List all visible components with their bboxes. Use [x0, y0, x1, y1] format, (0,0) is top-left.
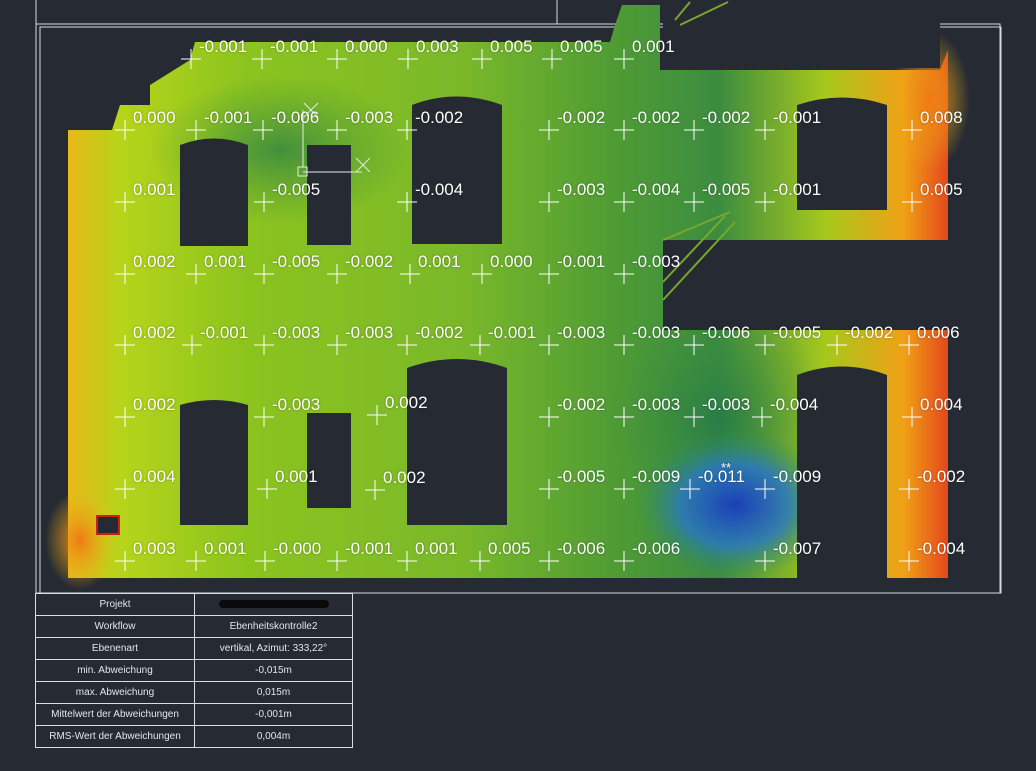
deviation-label: -0.001 — [773, 108, 822, 127]
deviation-label: -0.003 — [272, 323, 321, 342]
deviation-label: 0.000 — [133, 108, 176, 127]
deviation-label: -0.002 — [415, 323, 464, 342]
info-key: max. Abweichung — [35, 681, 195, 704]
deviation-label: 0.002 — [133, 252, 176, 271]
info-row: max. Abweichung 0,015m — [35, 681, 353, 704]
info-key: min. Abweichung — [35, 659, 195, 682]
info-value: 0,004m — [194, 725, 353, 748]
deviation-label: 0.001 — [418, 252, 461, 271]
deviation-label: 0.000 — [345, 37, 388, 56]
deviation-label: -0.001 — [204, 108, 253, 127]
deviation-label: -0.005 — [702, 180, 751, 199]
deviation-label: -0.009 — [632, 467, 681, 486]
deviation-label: 0.002 — [383, 468, 426, 487]
deviation-label: -0.003 — [557, 323, 606, 342]
redacted-project-name — [218, 600, 329, 609]
deviation-label: -0.001 — [270, 37, 319, 56]
deviation-label: -0.001 — [773, 180, 822, 199]
deviation-label: 0.005 — [920, 180, 963, 199]
info-value: -0,015m — [194, 659, 353, 682]
deviation-label: -0.002 — [415, 108, 464, 127]
deviation-label: -0.002 — [845, 323, 894, 342]
title-frame — [35, 0, 558, 25]
deviation-label: 0.005 — [488, 539, 531, 558]
info-row: Workflow Ebenheitskontrolle2 — [35, 615, 353, 638]
info-row: min. Abweichung -0,015m — [35, 659, 353, 682]
deviation-label: -0.006 — [632, 539, 681, 558]
info-row: RMS-Wert der Abweichungen 0,004m — [35, 725, 353, 748]
deviation-label: 0.005 — [560, 37, 603, 56]
info-row: Mittelwert der Abweichungen -0,001m — [35, 703, 353, 726]
info-key: Projekt — [35, 593, 195, 616]
marker-asterisks: ** — [721, 460, 732, 475]
deviation-label: -0.000 — [273, 539, 322, 558]
deviation-label: 0.001 — [204, 539, 247, 558]
deviation-label: -0.009 — [773, 467, 822, 486]
deviation-label: 0.003 — [416, 37, 459, 56]
deviation-label: -0.002 — [557, 395, 606, 414]
deviation-label: -0.005 — [557, 467, 606, 486]
deviation-label: -0.005 — [272, 180, 321, 199]
deviation-label: 0.001 — [632, 37, 675, 56]
deviation-label: -0.004 — [415, 180, 464, 199]
deviation-label: -0.002 — [557, 108, 606, 127]
deviation-label: -0.001 — [557, 252, 606, 271]
deviation-label: -0.002 — [345, 252, 394, 271]
deviation-label: -0.005 — [272, 252, 321, 271]
info-row: Ebenenart vertikal, Azimut: 333,22° — [35, 637, 353, 660]
info-key: Mittelwert der Abweichungen — [35, 703, 195, 726]
deviation-label: -0.003 — [272, 395, 321, 414]
deviation-label: -0.003 — [632, 252, 681, 271]
deviation-label: 0.003 — [133, 539, 176, 558]
info-value — [194, 593, 353, 616]
deviation-label: 0.006 — [917, 323, 960, 342]
deviation-label: -0.003 — [345, 108, 394, 127]
deviation-label: -0.005 — [773, 323, 822, 342]
info-value: Ebenheitskontrolle2 — [194, 615, 353, 638]
deviation-label: 0.002 — [385, 393, 428, 412]
deviation-label: -0.004 — [632, 180, 681, 199]
deviation-label: 0.001 — [415, 539, 458, 558]
deviation-label: -0.003 — [632, 395, 681, 414]
deviation-label: 0.002 — [133, 323, 176, 342]
deviation-label: 0.005 — [490, 37, 533, 56]
info-value: 0,015m — [194, 681, 353, 704]
orange-zone-bottom-left — [45, 490, 115, 590]
deviation-label: -0.007 — [773, 539, 822, 558]
info-key: RMS-Wert der Abweichungen — [35, 725, 195, 748]
deviation-label: -0.003 — [702, 395, 751, 414]
deviation-label: -0.002 — [702, 108, 751, 127]
deviation-label: -0.006 — [271, 108, 320, 127]
deviation-label: -0.003 — [632, 323, 681, 342]
deviation-label: 0.008 — [920, 108, 963, 127]
deviation-label: -0.002 — [632, 108, 681, 127]
info-value: vertikal, Azimut: 333,22° — [194, 637, 353, 660]
deviation-label: -0.001 — [488, 323, 537, 342]
deviation-label: -0.001 — [345, 539, 394, 558]
deviation-label: -0.003 — [345, 323, 394, 342]
deviation-label: 0.001 — [133, 180, 176, 199]
deviation-label: 0.004 — [920, 395, 963, 414]
deviation-label: 0.000 — [490, 252, 533, 271]
info-table: Projekt Workflow Ebenheitskontrolle2 Ebenen… — [35, 593, 353, 748]
deviation-label: -0.006 — [557, 539, 606, 558]
info-row: Projekt — [35, 593, 353, 616]
info-key: Workflow — [35, 615, 195, 638]
deviation-label: -0.001 — [199, 37, 248, 56]
deviation-label: 0.001 — [204, 252, 247, 271]
info-key: Ebenenart — [35, 637, 195, 660]
deviation-label: -0.004 — [917, 539, 966, 558]
info-value: -0,001m — [194, 703, 353, 726]
deviation-label: -0.001 — [200, 323, 249, 342]
roof-void — [663, 5, 940, 68]
deviation-label: -0.002 — [917, 467, 966, 486]
deviation-label: 0.004 — [133, 467, 176, 486]
deviation-label: -0.006 — [702, 323, 751, 342]
deviation-label: 0.002 — [133, 395, 176, 414]
deviation-label: -0.004 — [770, 395, 819, 414]
deviation-label: -0.003 — [557, 180, 606, 199]
deviation-label: 0.001 — [275, 467, 318, 486]
